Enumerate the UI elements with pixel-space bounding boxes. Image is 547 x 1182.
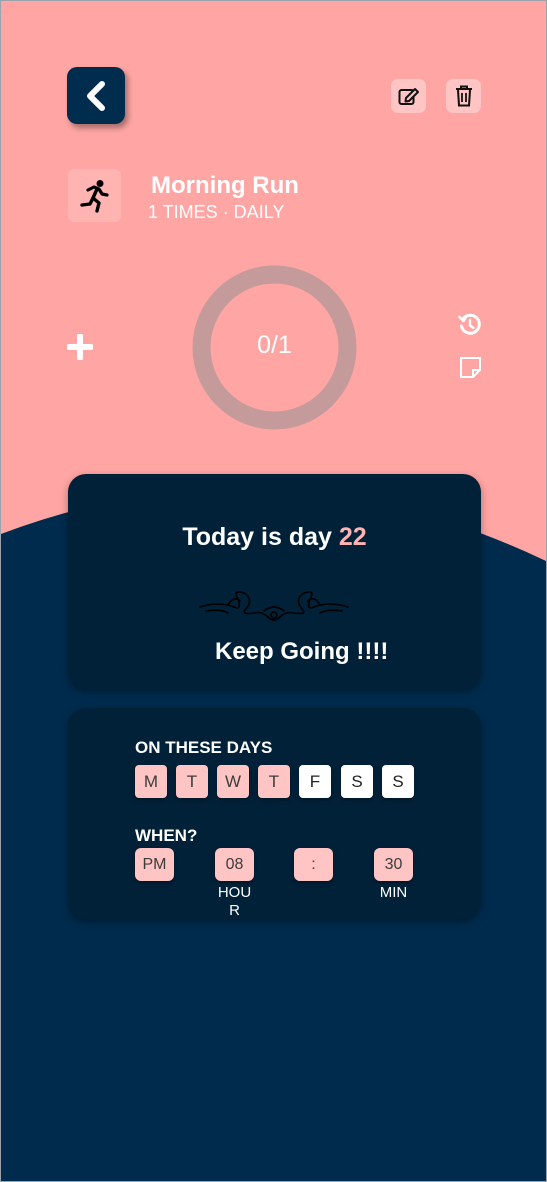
habit-frequency: 1 TIMES · DAILY <box>148 202 285 222</box>
schedule-card <box>68 708 481 919</box>
hour-caption: HOU R <box>215 884 254 920</box>
minute-selector[interactable]: 30 <box>374 848 413 881</box>
day-toggle-saturday[interactable]: S <box>341 765 373 798</box>
hour-caption-line2: R <box>229 902 240 919</box>
trash-icon <box>455 85 472 107</box>
running-person-icon <box>79 179 109 213</box>
day-toggle-tuesday[interactable]: T <box>176 765 208 798</box>
chevron-left-icon <box>87 80 105 111</box>
day-toggle-monday[interactable]: M <box>135 765 167 798</box>
edit-button[interactable] <box>391 79 426 113</box>
hour-caption-line1: HOU <box>217 884 252 901</box>
day-toggle-wednesday[interactable]: W <box>217 765 249 798</box>
ornament-flourish-icon <box>199 591 349 621</box>
reset-button[interactable] <box>458 313 482 337</box>
habit-icon <box>68 169 121 222</box>
when-label: WHEN? <box>135 826 198 845</box>
minute-caption: MIN <box>379 884 408 901</box>
hour-selector[interactable]: 08 <box>215 848 254 881</box>
streak-prefix: Today is day <box>182 523 332 551</box>
ampm-selector[interactable]: PM <box>135 848 174 881</box>
increment-button[interactable] <box>66 333 94 361</box>
back-button[interactable] <box>67 67 125 124</box>
streak-day-number: 22 <box>338 523 367 551</box>
time-separator: : <box>294 848 333 881</box>
delete-button[interactable] <box>446 79 481 113</box>
day-toggle-sunday[interactable]: S <box>382 765 414 798</box>
note-button[interactable] <box>459 356 482 379</box>
streak-heading: Today is day 22 <box>1 523 547 552</box>
days-label: ON THESE DAYS <box>135 738 273 757</box>
progress-count: 0/1 <box>257 331 292 359</box>
day-toggle-thursday[interactable]: T <box>258 765 290 798</box>
edit-icon <box>398 88 419 105</box>
motivation-message: Keep Going !!!! <box>215 638 389 665</box>
history-icon <box>458 313 481 335</box>
note-icon <box>460 357 481 378</box>
habit-title: Morning Run <box>151 172 299 199</box>
day-toggle-friday[interactable]: F <box>299 765 331 798</box>
plus-icon <box>66 333 94 361</box>
